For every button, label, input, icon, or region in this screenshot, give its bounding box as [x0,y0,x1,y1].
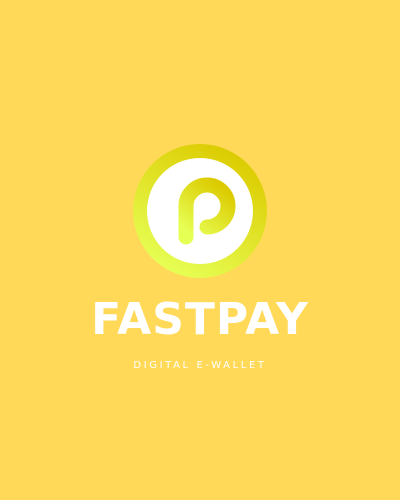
fastpay-logo-icon [133,144,267,278]
splash-screen: FASTPAY DIGITAL E-WALLET [0,0,400,500]
app-name: FASTPAY [91,294,309,345]
app-tagline: DIGITAL E-WALLET [133,360,267,371]
